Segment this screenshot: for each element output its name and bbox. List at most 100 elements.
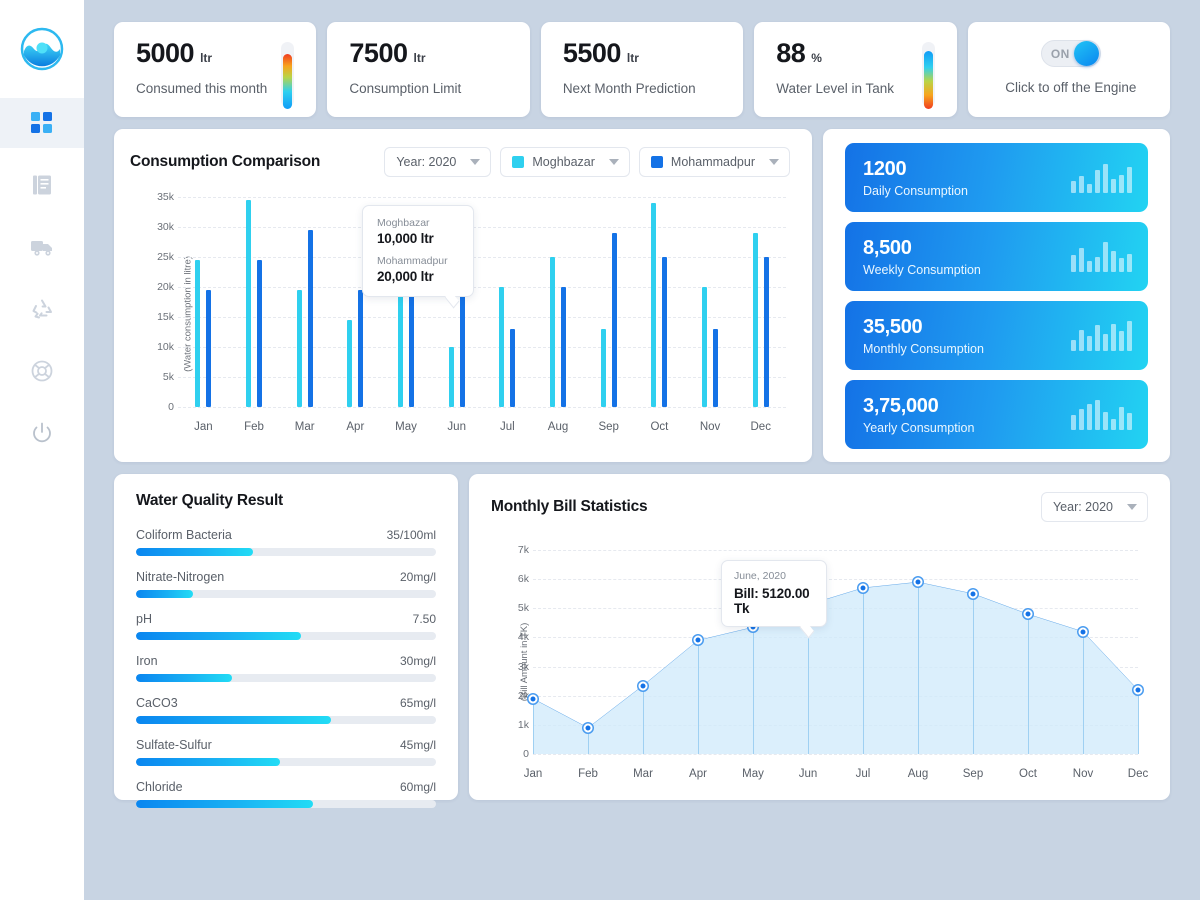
data-point[interactable] bbox=[693, 635, 703, 645]
series-dropdown-mohammadpur[interactable]: Mohammadpur bbox=[638, 147, 790, 177]
x-axis-tick: Oct bbox=[650, 421, 669, 433]
x-axis-tick: Jun bbox=[447, 421, 466, 433]
bar[interactable] bbox=[499, 287, 505, 407]
bottom-row: Water Quality Result Coliform Bacteria 35… bbox=[114, 474, 1170, 808]
bar-group[interactable]: Oct bbox=[634, 197, 685, 433]
bar[interactable] bbox=[206, 290, 212, 407]
x-axis-tick: Aug bbox=[547, 421, 569, 433]
bar[interactable] bbox=[510, 329, 516, 407]
y-axis-tick: 7k bbox=[517, 544, 529, 556]
bar[interactable] bbox=[398, 287, 404, 407]
stat-card-water-level: 88 % Water Level in Tank bbox=[754, 22, 957, 117]
panel-header: Monthly Bill Statistics Year: 2020 bbox=[485, 492, 1148, 522]
bar[interactable] bbox=[752, 233, 758, 407]
bar[interactable] bbox=[713, 329, 719, 407]
sidebar-item-recycle[interactable] bbox=[0, 284, 84, 334]
consumption-card[interactable]: 3,75,000 Yearly Consumption bbox=[845, 380, 1148, 449]
bar[interactable] bbox=[195, 260, 201, 407]
consumption-card[interactable]: 1200 Daily Consumption bbox=[845, 143, 1148, 212]
data-point[interactable] bbox=[528, 694, 538, 704]
stat-value-row: 5500 ltr bbox=[563, 38, 725, 69]
data-point[interactable] bbox=[638, 681, 648, 690]
sidebar-item-delivery[interactable] bbox=[0, 222, 84, 272]
y-axis-tick: 10k bbox=[157, 341, 174, 353]
water-quality-metric-name: pH bbox=[136, 612, 152, 626]
panel-header: Consumption Comparison Year: 2020 Moghba… bbox=[130, 147, 790, 177]
x-axis-tick: Sep bbox=[598, 421, 619, 433]
sidebar-item-support[interactable] bbox=[0, 346, 84, 396]
engine-toggle[interactable]: ON bbox=[1040, 40, 1101, 67]
bar[interactable] bbox=[611, 233, 617, 407]
bar[interactable] bbox=[358, 290, 364, 407]
truck-icon bbox=[31, 241, 52, 256]
series-dropdown-label: Mohammadpur bbox=[670, 155, 755, 169]
bill-year-dropdown[interactable]: Year: 2020 bbox=[1040, 492, 1148, 522]
bar[interactable] bbox=[763, 257, 769, 407]
data-point[interactable] bbox=[1023, 609, 1033, 619]
panel-controls: Year: 2020 Moghbazar Mohammadpur bbox=[384, 147, 790, 177]
bar[interactable] bbox=[459, 290, 465, 407]
data-point[interactable] bbox=[913, 577, 923, 587]
data-point[interactable] bbox=[858, 583, 868, 593]
bar[interactable] bbox=[307, 230, 313, 407]
data-point[interactable] bbox=[583, 723, 593, 733]
year-dropdown[interactable]: Year: 2020 bbox=[384, 147, 492, 177]
y-axis-tick: 2k bbox=[517, 689, 529, 702]
bar-group[interactable]: Jan bbox=[178, 197, 229, 433]
middle-row: Consumption Comparison Year: 2020 Moghba… bbox=[114, 129, 1170, 462]
sidebar-item-power[interactable] bbox=[0, 408, 84, 458]
water-quality-progress-track bbox=[136, 674, 436, 682]
data-point-guide-line bbox=[918, 582, 919, 754]
series-dropdown-moghbazar[interactable]: Moghbazar bbox=[500, 147, 630, 177]
bar[interactable] bbox=[662, 257, 668, 407]
bar-group[interactable]: Sep bbox=[583, 197, 634, 433]
bar-group[interactable]: Jul bbox=[482, 197, 533, 433]
bar[interactable] bbox=[448, 347, 454, 407]
water-quality-row-header: Coliform Bacteria 35/100ml bbox=[136, 528, 436, 542]
sidebar-item-reports[interactable] bbox=[0, 160, 84, 210]
monthly-bill-title: Monthly Bill Statistics bbox=[491, 498, 648, 515]
tooltip-series-name: Moghbazar bbox=[377, 217, 430, 229]
bar[interactable] bbox=[702, 287, 708, 407]
bar-group[interactable]: Aug bbox=[533, 197, 584, 433]
bar[interactable] bbox=[246, 200, 251, 407]
tooltip-series-value: 10,000 ltr bbox=[377, 231, 434, 246]
bar-group[interactable]: Nov bbox=[685, 197, 736, 433]
stat-value-row: 5000 ltr bbox=[136, 38, 298, 69]
stat-card-prediction: 5500 ltr Next Month Prediction bbox=[540, 22, 744, 117]
bar[interactable] bbox=[600, 329, 606, 407]
thermometer-indicator bbox=[921, 42, 935, 109]
bar[interactable] bbox=[561, 287, 567, 407]
bar[interactable] bbox=[409, 284, 415, 407]
bar[interactable] bbox=[651, 203, 657, 407]
water-quality-row-header: CaCO3 65mg/l bbox=[136, 696, 436, 710]
data-point[interactable] bbox=[1078, 627, 1088, 637]
series-color-swatch bbox=[512, 156, 525, 168]
bar[interactable] bbox=[296, 290, 302, 407]
bar[interactable] bbox=[257, 260, 262, 407]
consumption-card[interactable]: 35,500 Monthly Consumption bbox=[845, 301, 1148, 370]
x-axis-tick: Jun bbox=[798, 768, 818, 780]
water-quality-metric-name: CaCO3 bbox=[136, 696, 178, 710]
water-quality-metric-value: 35/100ml bbox=[386, 528, 436, 542]
stat-value: 5000 bbox=[136, 38, 195, 68]
bar[interactable] bbox=[550, 257, 556, 407]
consumption-comparison-panel: Consumption Comparison Year: 2020 Moghba… bbox=[114, 129, 812, 462]
water-quality-row: Iron 30mg/l bbox=[136, 654, 436, 682]
data-point[interactable] bbox=[968, 589, 978, 599]
sidebar-item-dashboard[interactable] bbox=[0, 98, 84, 148]
data-point[interactable] bbox=[1133, 685, 1143, 695]
bar[interactable] bbox=[347, 320, 353, 407]
consumption-card[interactable]: 8,500 Weekly Consumption bbox=[845, 222, 1148, 291]
bar-group[interactable]: Feb bbox=[229, 197, 280, 433]
water-quality-progress-track bbox=[136, 800, 436, 808]
bar-group[interactable]: Dec bbox=[735, 197, 786, 433]
tooltip-gap bbox=[377, 246, 459, 255]
x-axis-tick: Feb bbox=[578, 768, 598, 780]
bar-group[interactable]: Mar bbox=[279, 197, 330, 433]
app-logo[interactable] bbox=[0, 0, 84, 98]
water-quality-progress-track bbox=[136, 548, 436, 556]
stat-unit: ltr bbox=[200, 51, 213, 65]
